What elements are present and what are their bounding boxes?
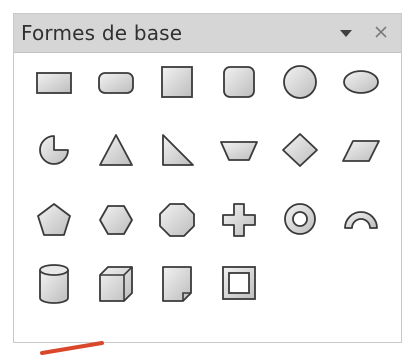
rectangle-icon[interactable] xyxy=(27,58,81,108)
cube-icon[interactable] xyxy=(89,260,143,310)
red-pointer-mark xyxy=(40,340,110,359)
trapezoid-icon[interactable] xyxy=(212,126,266,176)
shapes-grid xyxy=(14,52,401,342)
basic-shapes-panel: Formes de base xyxy=(13,13,402,343)
folded-corner-icon[interactable] xyxy=(150,260,204,310)
square-icon[interactable] xyxy=(150,58,204,108)
pentagon-icon[interactable] xyxy=(27,195,81,245)
panel-titlebar: Formes de base xyxy=(14,14,401,53)
frame-icon[interactable] xyxy=(212,260,266,310)
close-icon[interactable] xyxy=(370,21,392,43)
dropdown-triangle-icon[interactable] xyxy=(337,24,355,42)
cross-icon[interactable] xyxy=(212,195,266,245)
panel-title: Formes de base xyxy=(21,21,183,45)
hexagon-icon[interactable] xyxy=(89,195,143,245)
diamond-icon[interactable] xyxy=(273,126,327,176)
rounded-rectangle-icon[interactable] xyxy=(89,58,143,108)
isosceles-triangle-icon[interactable] xyxy=(89,126,143,176)
rounded-square-icon[interactable] xyxy=(212,58,266,108)
block-arc-icon[interactable] xyxy=(334,195,388,245)
right-triangle-icon[interactable] xyxy=(150,126,204,176)
octagon-icon[interactable] xyxy=(150,195,204,245)
circle-icon[interactable] xyxy=(273,58,327,108)
cylinder-icon[interactable] xyxy=(27,260,81,310)
ring-icon[interactable] xyxy=(273,195,327,245)
ellipse-icon[interactable] xyxy=(334,58,388,108)
circle-pie-icon[interactable] xyxy=(27,126,81,176)
parallelogram-icon[interactable] xyxy=(334,126,388,176)
